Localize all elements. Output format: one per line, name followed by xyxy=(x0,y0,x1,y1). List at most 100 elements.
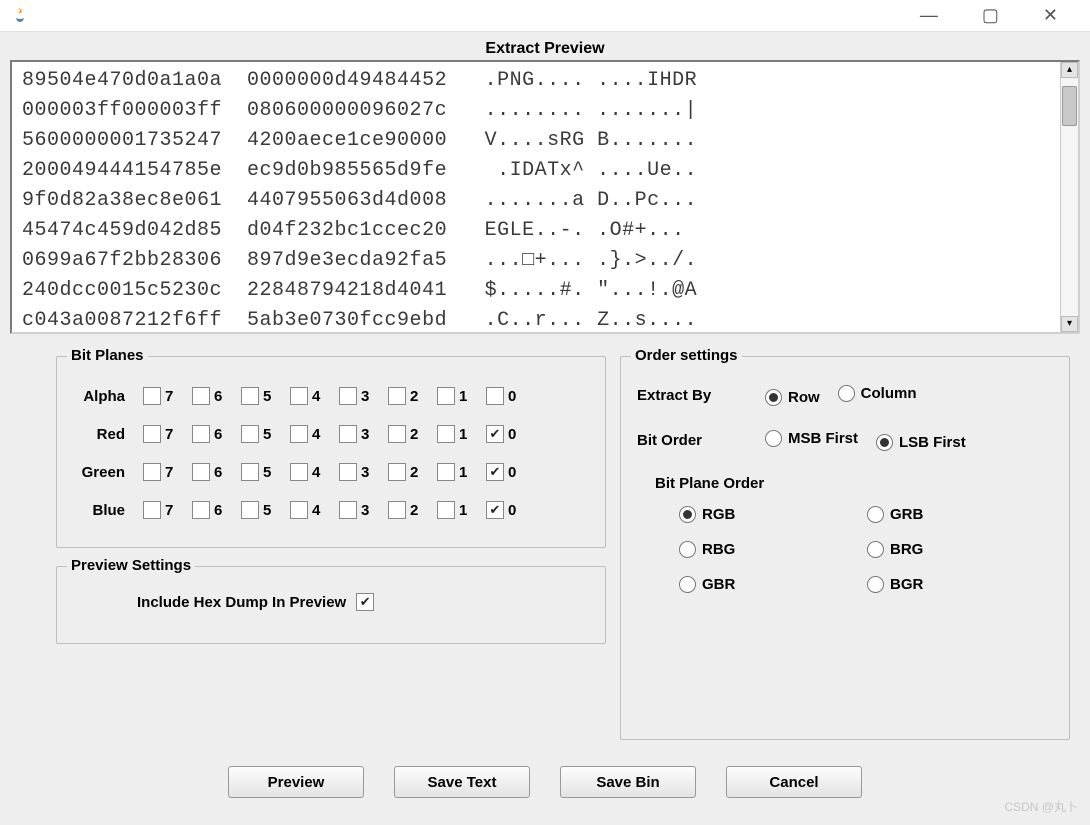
bit-cell: 1 xyxy=(437,387,472,405)
bit-cell: 4 xyxy=(290,387,325,405)
bit-checkbox[interactable] xyxy=(143,501,161,519)
plane-label: Red xyxy=(67,426,129,443)
bit-checkbox[interactable] xyxy=(339,387,357,405)
bit-checkbox[interactable] xyxy=(339,463,357,481)
hex-preview-box: 89504e470d0a1a0a 0000000d49484452 .PNG..… xyxy=(10,60,1080,334)
save-bin-button[interactable]: Save Bin xyxy=(560,766,696,798)
radio-icon[interactable] xyxy=(679,541,696,558)
bit-checkbox[interactable] xyxy=(192,501,210,519)
content: Extract Preview 89504e470d0a1a0a 0000000… xyxy=(0,32,1090,825)
bit-checkbox[interactable] xyxy=(290,425,308,443)
bit-checkbox[interactable] xyxy=(437,425,455,443)
bit-order-option[interactable]: MSB First xyxy=(765,430,876,447)
plane-order-option[interactable]: BGR xyxy=(867,576,1029,593)
save-text-button[interactable]: Save Text xyxy=(394,766,530,798)
bit-checkbox[interactable] xyxy=(143,425,161,443)
bit-checkbox[interactable] xyxy=(192,463,210,481)
plane-order-option[interactable]: RBG xyxy=(679,541,841,558)
bit-number: 7 xyxy=(165,502,178,519)
order-settings-fieldset: Order settings Extract By RowColumn Bit … xyxy=(620,356,1070,740)
radio-icon[interactable] xyxy=(867,506,884,523)
bit-checkbox[interactable] xyxy=(241,425,259,443)
radio-icon[interactable] xyxy=(679,576,696,593)
bit-checkbox[interactable] xyxy=(290,387,308,405)
bit-checkbox[interactable] xyxy=(388,463,406,481)
bit-checkbox[interactable] xyxy=(241,387,259,405)
bit-checkbox[interactable] xyxy=(437,387,455,405)
bit-checkbox[interactable] xyxy=(143,387,161,405)
radio-icon[interactable] xyxy=(876,434,893,451)
bit-number: 5 xyxy=(263,388,276,405)
bit-checkbox[interactable] xyxy=(290,463,308,481)
plane-label: Blue xyxy=(67,502,129,519)
preview-button[interactable]: Preview xyxy=(228,766,364,798)
bit-planes-fieldset: Bit Planes Alpha76543210Red7654321✔0Gree… xyxy=(56,356,606,548)
bit-checkbox[interactable]: ✔ xyxy=(486,501,504,519)
extract-by-option[interactable]: Row xyxy=(765,389,838,406)
plane-order-option[interactable]: GBR xyxy=(679,576,841,593)
plane-order-option[interactable]: GRB xyxy=(867,506,1029,523)
close-button[interactable]: ✕ xyxy=(1035,5,1066,26)
bit-checkbox[interactable] xyxy=(388,387,406,405)
radio-icon[interactable] xyxy=(765,389,782,406)
scroll-track[interactable] xyxy=(1061,78,1078,316)
radio-label: RGB xyxy=(702,506,735,523)
bit-cell: 4 xyxy=(290,501,325,519)
bit-checkbox[interactable] xyxy=(388,425,406,443)
preview-settings-fieldset: Preview Settings Include Hex Dump In Pre… xyxy=(56,566,606,644)
plane-label: Green xyxy=(67,464,129,481)
bit-checkbox[interactable]: ✔ xyxy=(486,463,504,481)
bit-cell: 6 xyxy=(192,463,227,481)
bit-checkbox[interactable] xyxy=(192,387,210,405)
plane-order-option[interactable]: BRG xyxy=(867,541,1029,558)
bit-number: 2 xyxy=(410,464,423,481)
order-settings-legend: Order settings xyxy=(631,347,742,364)
bit-number: 4 xyxy=(312,426,325,443)
bit-cell: 6 xyxy=(192,425,227,443)
watermark: CSDN @丸卜 xyxy=(1004,798,1078,815)
bit-cell: 2 xyxy=(388,463,423,481)
radio-icon[interactable] xyxy=(765,430,782,447)
bit-checkbox[interactable] xyxy=(437,501,455,519)
bit-checkbox[interactable] xyxy=(290,501,308,519)
radio-icon[interactable] xyxy=(679,506,696,523)
plane-row-blue: Blue7654321✔0 xyxy=(67,501,595,519)
bit-checkbox[interactable] xyxy=(339,425,357,443)
bit-checkbox[interactable] xyxy=(437,463,455,481)
scroll-down-arrow[interactable]: ▾ xyxy=(1061,316,1078,332)
minimize-button[interactable]: — xyxy=(912,5,946,26)
bit-number: 7 xyxy=(165,388,178,405)
bit-number: 3 xyxy=(361,502,374,519)
maximize-button[interactable]: ▢ xyxy=(974,5,1007,26)
bit-checkbox[interactable] xyxy=(241,501,259,519)
bit-number: 2 xyxy=(410,502,423,519)
plane-row-green: Green7654321✔0 xyxy=(67,463,595,481)
bit-checkbox[interactable] xyxy=(339,501,357,519)
bit-number: 1 xyxy=(459,502,472,519)
bit-cell: 3 xyxy=(339,387,374,405)
bit-checkbox[interactable] xyxy=(388,501,406,519)
radio-icon[interactable] xyxy=(867,541,884,558)
bit-cell: 0 xyxy=(486,387,521,405)
radio-icon[interactable] xyxy=(867,576,884,593)
scroll-up-arrow[interactable]: ▴ xyxy=(1061,62,1078,78)
radio-icon[interactable] xyxy=(838,385,855,402)
hex-scrollbar[interactable]: ▴ ▾ xyxy=(1060,62,1078,332)
bit-checkbox[interactable] xyxy=(192,425,210,443)
titlebar: — ▢ ✕ xyxy=(0,0,1090,32)
radio-label: Column xyxy=(861,385,917,402)
bit-number: 6 xyxy=(214,426,227,443)
bit-checkbox[interactable]: ✔ xyxy=(486,425,504,443)
cancel-button[interactable]: Cancel xyxy=(726,766,862,798)
bit-number: 6 xyxy=(214,464,227,481)
bit-checkbox[interactable] xyxy=(486,387,504,405)
extract-by-option[interactable]: Column xyxy=(838,385,935,402)
bit-order-option[interactable]: LSB First xyxy=(876,434,984,451)
extract-by-row: Extract By RowColumn xyxy=(637,385,1059,406)
scroll-thumb[interactable] xyxy=(1062,86,1077,126)
plane-order-option[interactable]: RGB xyxy=(679,506,841,523)
bit-checkbox[interactable] xyxy=(241,463,259,481)
include-hex-checkbox[interactable]: ✔ xyxy=(356,593,374,611)
hex-preview-text: 89504e470d0a1a0a 0000000d49484452 .PNG..… xyxy=(12,62,1060,332)
bit-checkbox[interactable] xyxy=(143,463,161,481)
